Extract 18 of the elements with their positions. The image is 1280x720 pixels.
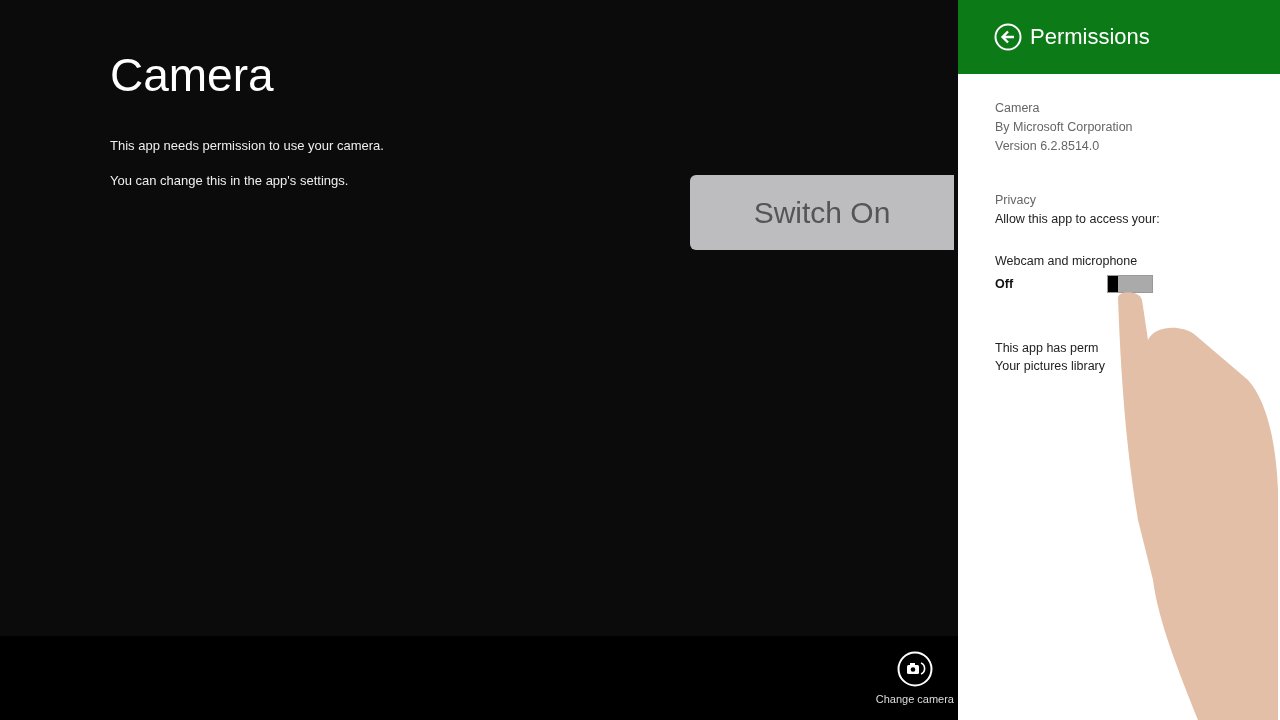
app-info-text: By Microsoft Corporation — [995, 119, 1134, 136]
change-camera-button[interactable]: Change camera — [875, 651, 958, 705]
permission-note: Your pictures library — [995, 358, 1106, 375]
switch-on-callout: Switch On — [690, 175, 954, 250]
permission-note: This app has perm — [995, 340, 1100, 357]
pane-title: Permissions — [1030, 24, 1150, 50]
app-info-text: Camera — [995, 100, 1041, 117]
privacy-heading: Privacy — [995, 192, 1037, 209]
toggle-switch[interactable] — [1107, 275, 1153, 293]
permission-message: You can change this in the app's settings. — [110, 173, 350, 188]
app-info-text: Version 6.2.8514.0 — [995, 138, 1101, 155]
back-button[interactable] — [994, 23, 1022, 51]
app-title: Camera — [110, 48, 275, 102]
setting-label: Webcam and microphone — [995, 253, 1139, 270]
privacy-description: Allow this app to access your: — [995, 211, 1161, 228]
toggle-state: Off — [995, 277, 1014, 291]
permission-message: This app needs permission to use your camera. — [110, 138, 385, 153]
camera-switch-icon — [896, 651, 933, 687]
